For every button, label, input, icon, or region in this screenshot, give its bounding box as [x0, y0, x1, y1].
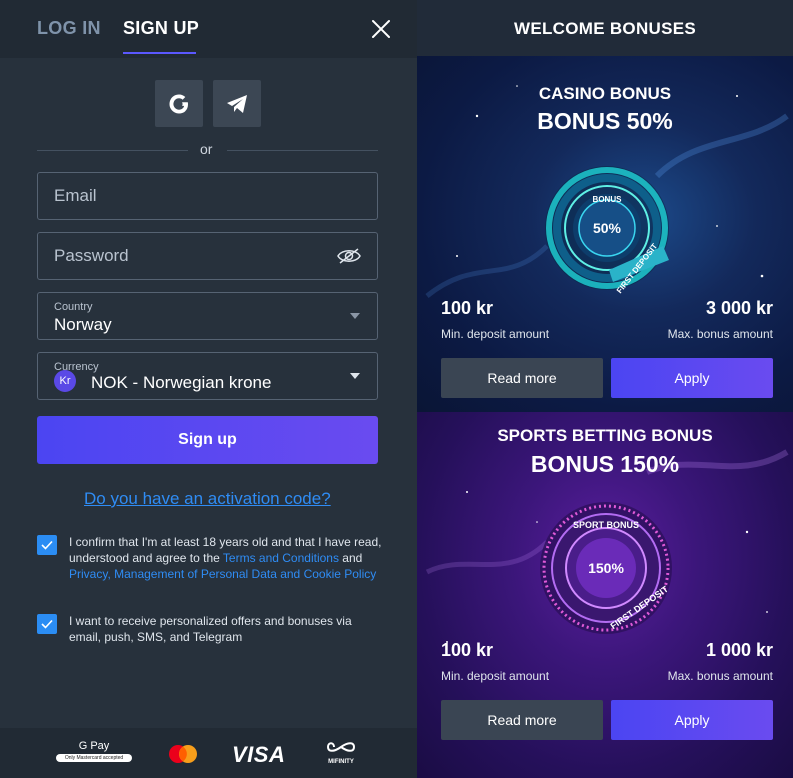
divider-line-left — [37, 150, 188, 151]
casino-wheel-pct: 50% — [593, 220, 622, 236]
casino-bonus-subtitle: CASINO BONUS — [538, 84, 672, 103]
casino-wheel-top: BONUS — [593, 195, 623, 204]
sports-wheel-pct: 150% — [588, 560, 624, 576]
casino-max-amount: 3 000 kr — [705, 298, 773, 318]
country-label: Country — [54, 301, 93, 313]
country-value: Norway — [54, 315, 112, 334]
mifinity-logo: MIFINITY — [322, 740, 360, 765]
divider-line-right — [227, 150, 378, 151]
email-input[interactable] — [54, 173, 334, 219]
infinity-icon — [326, 742, 356, 752]
eye-icon[interactable] — [337, 247, 361, 265]
sports-min-caption: Min. deposit amount — [441, 669, 550, 683]
checkmark-icon — [41, 540, 53, 550]
chevron-down-icon — [350, 313, 360, 319]
visa-logo: VISA — [232, 742, 286, 767]
close-icon[interactable] — [370, 18, 392, 40]
consent-and: and — [338, 551, 363, 565]
privacy-link[interactable]: Privacy, Management of Personal Data and… — [69, 567, 376, 581]
google-login-button[interactable] — [155, 80, 203, 127]
auth-tabs: LOG IN SIGN UP — [0, 0, 417, 58]
sports-min-amount: 100 kr — [441, 640, 494, 660]
checkmark-icon — [41, 619, 53, 629]
auth-panel: LOG IN SIGN UP or Email Country Norway C… — [0, 0, 417, 778]
country-select[interactable]: Country Norway — [37, 292, 378, 340]
gpay-note: Only Mastercard accepted — [56, 754, 132, 762]
age-consent-checkbox[interactable] — [37, 535, 57, 555]
telegram-icon — [227, 94, 247, 113]
gpay-logo: G Pay Only Mastercard accepted — [56, 740, 132, 768]
offers-consent-checkbox[interactable] — [37, 614, 57, 634]
divider-or: or — [200, 141, 213, 157]
tab-signup[interactable]: SIGN UP — [123, 18, 199, 39]
email-field — [37, 172, 378, 220]
registration-modal: LOG IN SIGN UP or Email Country Norway C… — [0, 0, 793, 778]
activation-code-link[interactable]: Do you have an activation code? — [84, 489, 331, 509]
mifinity-label: MIFINITY — [328, 759, 354, 765]
casino-min-caption: Min. deposit amount — [441, 327, 550, 341]
offers-consent-text: I want to receive personalized offers an… — [69, 614, 352, 644]
payment-methods: G Pay Only Mastercard accepted VISA MIFI… — [0, 728, 417, 778]
casino-max-caption: Max. bonus amount — [667, 327, 773, 341]
sports-bonus-card: SPORTS BETTING BONUS BONUS 150% SPORT BO… — [417, 412, 793, 778]
sports-read-more-button[interactable]: Read more — [441, 700, 603, 740]
signup-button[interactable]: Sign up — [37, 416, 378, 464]
mastercard-logo — [169, 745, 197, 763]
chevron-down-icon — [350, 373, 360, 379]
currency-badge: Kr — [54, 370, 76, 392]
casino-apply-button[interactable]: Apply — [611, 358, 773, 398]
sports-apply-button[interactable]: Apply — [611, 700, 773, 740]
bonuses-header: WELCOME BONUSES — [417, 0, 793, 56]
telegram-login-button[interactable] — [213, 80, 261, 127]
casino-bonus-headline: BONUS 50% — [537, 108, 673, 134]
sports-bonus-headline: BONUS 150% — [530, 451, 680, 477]
tab-login[interactable]: LOG IN — [37, 18, 101, 39]
currency-select[interactable]: Currency Kr NOK - Norwegian krone — [37, 352, 378, 400]
password-input[interactable] — [54, 233, 334, 279]
active-tab-indicator — [123, 52, 196, 54]
bonuses-title: WELCOME BONUSES — [513, 19, 697, 38]
casino-bonus-wheel: BONUS 50% FIRST DEPOSIT — [545, 166, 669, 295]
terms-link[interactable]: Terms and Conditions — [223, 551, 339, 565]
sports-bonus-wheel: SPORT BONUS 150% FIRST DEPOSIT — [540, 502, 672, 634]
sports-max-amount: 1 000 kr — [705, 640, 773, 660]
sports-wheel-top: SPORT BONUS — [573, 520, 639, 530]
casino-read-more-button[interactable]: Read more — [441, 358, 603, 398]
currency-value: NOK - Norwegian krone — [91, 373, 272, 392]
bonuses-panel: WELCOME BONUSES CASINO BONUS BONUS 50% B… — [417, 0, 793, 778]
google-icon — [169, 94, 188, 113]
gpay-label: G Pay — [78, 740, 110, 752]
sports-bonus-subtitle: SPORTS BETTING BONUS — [497, 426, 713, 445]
casino-min-amount: 100 kr — [441, 298, 494, 318]
sports-max-caption: Max. bonus amount — [667, 669, 773, 683]
password-field — [37, 232, 378, 280]
age-consent-text: I confirm that I'm at least 18 years old… — [69, 534, 384, 582]
casino-bonus-card: CASINO BONUS BONUS 50% BONUS 50% FIRST D… — [417, 56, 793, 412]
